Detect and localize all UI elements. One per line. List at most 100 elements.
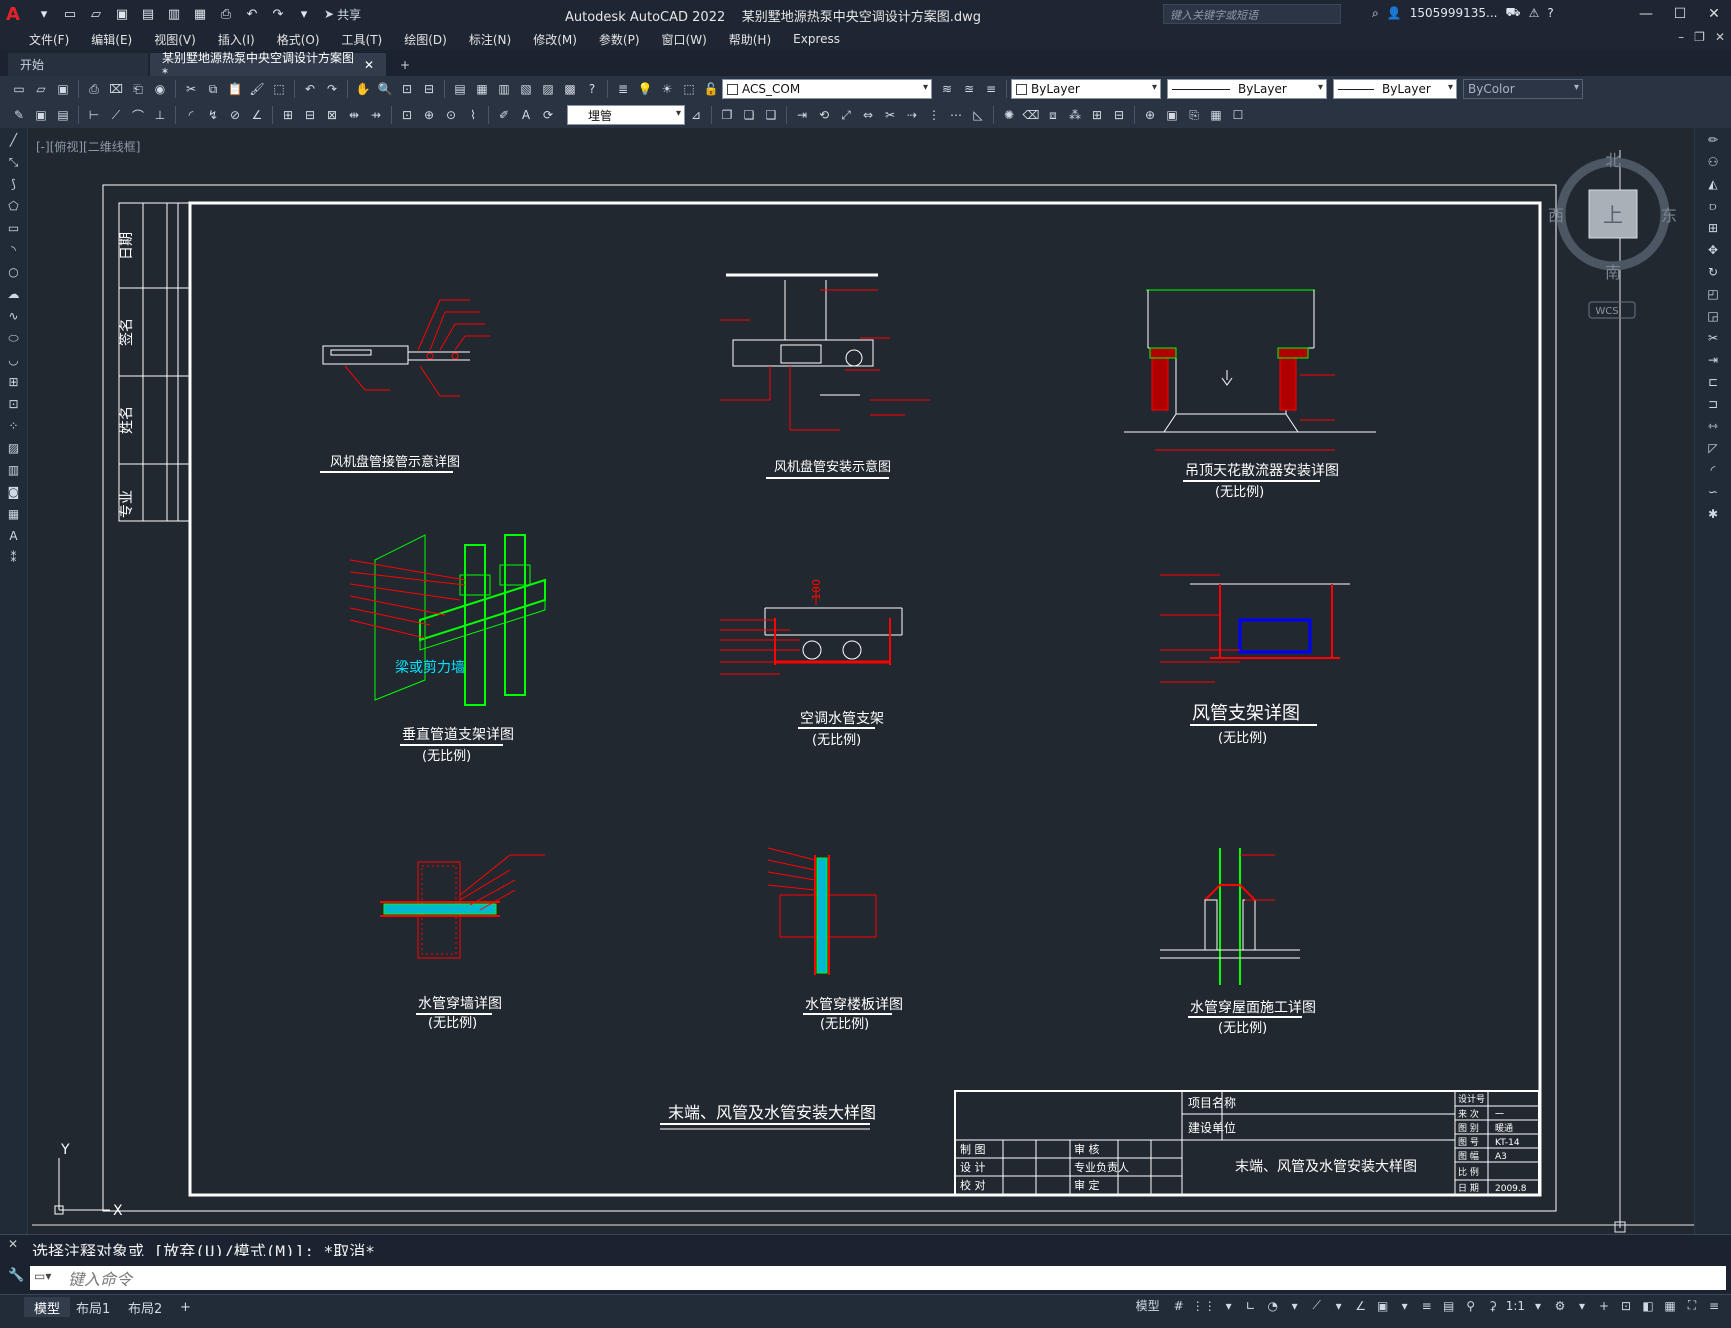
ellipse-arc-icon[interactable]: ◡ xyxy=(3,350,25,370)
trim-tool-icon[interactable]: ✂ xyxy=(1702,328,1724,348)
lineweight-icon[interactable]: ≡ xyxy=(1418,1299,1436,1313)
explode-icon[interactable]: ✺ xyxy=(1000,106,1018,124)
break-obj-icon[interactable]: ⋮ xyxy=(925,106,943,124)
offset-obj-icon[interactable]: ❑ xyxy=(762,106,780,124)
chamfer-obj-icon[interactable]: ◺ xyxy=(969,106,987,124)
dim-break-icon[interactable]: ⇸ xyxy=(367,106,385,124)
save-as-icon[interactable]: ▤ xyxy=(138,4,158,24)
design-center-icon[interactable]: ▦ xyxy=(473,80,491,98)
ungroup-icon[interactable]: ⊟ xyxy=(1110,106,1128,124)
menu-window[interactable]: 窗口(W) xyxy=(651,31,718,48)
menu-dimension[interactable]: 标注(N) xyxy=(458,31,522,48)
inspection-icon[interactable]: ⊙ xyxy=(442,106,460,124)
attach-image-icon[interactable]: ▣ xyxy=(1163,106,1181,124)
viewcube-east-label[interactable]: 东 xyxy=(1661,206,1677,225)
viewcube-top-label[interactable]: 上 xyxy=(1603,203,1623,227)
insert-block-icon[interactable]: ⊕ xyxy=(1141,106,1159,124)
rectangle-tool-icon[interactable]: ▭ xyxy=(3,218,25,238)
circle-tool-icon[interactable]: ○ xyxy=(3,262,25,282)
viewcube-south-label[interactable]: 南 xyxy=(1605,263,1621,282)
dim-text-edit-icon[interactable]: A xyxy=(517,106,535,124)
customize-quick-access-icon[interactable]: ▾ xyxy=(294,4,314,24)
layout-tab-2[interactable]: 布局2 xyxy=(118,1297,172,1317)
dim-style-dropdown[interactable]: 埋管 ▾ xyxy=(567,105,685,125)
break-tool-icon[interactable]: ⊐ xyxy=(1702,394,1724,414)
mirror-obj-icon[interactable]: ❏ xyxy=(740,106,758,124)
menu-help[interactable]: 帮助(H) xyxy=(718,31,782,48)
jogged-linear-icon[interactable]: ⌇ xyxy=(464,106,482,124)
customize-status-icon[interactable]: ≡ xyxy=(1705,1299,1723,1313)
xref-icon[interactable]: ⎘ xyxy=(1185,106,1203,124)
snap-chevron-icon[interactable]: ▾ xyxy=(1220,1299,1238,1313)
line-tool-icon[interactable]: ╱ xyxy=(3,130,25,150)
rotate-obj-icon[interactable]: ⟲ xyxy=(815,106,833,124)
auto-scale-icon[interactable]: ⚳ xyxy=(1484,1299,1502,1313)
ortho-icon[interactable]: ∟ xyxy=(1242,1299,1260,1313)
transparency-icon[interactable]: ▤ xyxy=(1440,1299,1458,1313)
ordinate-dim-icon[interactable]: ⊥ xyxy=(151,106,169,124)
modify-icon-2[interactable]: ▣ xyxy=(32,106,50,124)
web-save-icon[interactable]: ▥ xyxy=(164,4,184,24)
group-icon[interactable]: ⊞ xyxy=(1088,106,1106,124)
modify-icon-3[interactable]: ▤ xyxy=(54,106,72,124)
new-file-icon[interactable]: ▭ xyxy=(60,4,80,24)
layer-states-icon[interactable]: ≡ xyxy=(982,80,1000,98)
menu-edit[interactable]: 编辑(E) xyxy=(80,31,143,48)
polygon-tool-icon[interactable]: ⬠ xyxy=(3,196,25,216)
make-current-layer-icon[interactable]: ≋ xyxy=(938,80,956,98)
array-tool-icon[interactable]: ⊞ xyxy=(1702,218,1724,238)
menu-draw[interactable]: 绘图(D) xyxy=(393,31,458,48)
baseline-dim-icon[interactable]: ⊟ xyxy=(301,106,319,124)
quick-dim-icon[interactable]: ⊞ xyxy=(279,106,297,124)
plotstyle-dropdown[interactable]: ByColor ▾ xyxy=(1463,79,1583,99)
redo-icon[interactable]: ↷ xyxy=(323,80,341,98)
workspace-chevron-icon[interactable]: ▾ xyxy=(1573,1299,1591,1313)
copy-icon[interactable]: ⧉ xyxy=(204,80,222,98)
lineweight-dropdown[interactable]: ByLayer ▾ xyxy=(1333,79,1457,99)
tab-drawing[interactable]: 某别墅地源热泵中央空调设计方案图* ✕ xyxy=(150,51,386,80)
help-icon[interactable]: ? xyxy=(1547,6,1553,20)
web-open-icon[interactable]: ▦ xyxy=(190,4,210,24)
scale-obj-icon[interactable]: ⤢ xyxy=(837,106,855,124)
rotate-tool-icon[interactable]: ↻ xyxy=(1702,262,1724,282)
search-icon[interactable]: ⌕ xyxy=(1372,6,1379,21)
chamfer-tool-icon[interactable]: ◸ xyxy=(1702,438,1724,458)
layout-tab-1[interactable]: 布局1 xyxy=(66,1297,120,1317)
plus-icon[interactable]: + xyxy=(1595,1299,1613,1313)
command-input[interactable]: ▭▾ 键入命令 xyxy=(30,1266,1726,1290)
save-icon[interactable]: ▣ xyxy=(112,4,132,24)
close-icon[interactable]: ✕ xyxy=(1697,0,1731,28)
isodraft-icon[interactable]: ⟋ xyxy=(1308,1298,1326,1313)
viewport-controls-label[interactable]: [-][俯视][二维线框] xyxy=(36,138,140,155)
pan-icon[interactable]: ✋ xyxy=(354,80,372,98)
add-layout-button[interactable]: + xyxy=(170,1297,201,1317)
zoom-realtime-icon[interactable]: 🔍 xyxy=(376,80,394,98)
layer-properties-icon[interactable]: ≣ xyxy=(614,80,632,98)
new-tab-button[interactable]: + xyxy=(392,53,418,76)
dim-style-icon[interactable]: ⊿ xyxy=(687,106,705,124)
jogged-dim-icon[interactable]: ↯ xyxy=(204,106,222,124)
arc-tool-icon[interactable]: ◝ xyxy=(3,240,25,260)
osnap-icon[interactable]: ▣ xyxy=(1374,1299,1392,1313)
isolate-objects-icon[interactable]: ◧ xyxy=(1639,1299,1657,1313)
user-icon[interactable]: 👤 xyxy=(1387,6,1402,20)
grid-icon[interactable]: # xyxy=(1170,1299,1188,1313)
erase-icon[interactable]: ⌫ xyxy=(1022,106,1040,124)
fillet-tool-icon[interactable]: ◜ xyxy=(1702,460,1724,480)
annotation-scale[interactable]: 1:1 xyxy=(1506,1299,1525,1313)
layer-thaw-icon[interactable]: ☀ xyxy=(658,80,676,98)
menu-express[interactable]: Express xyxy=(782,32,851,46)
center-mark-icon[interactable]: ⊕ xyxy=(420,106,438,124)
tab-start[interactable]: 开始 xyxy=(8,53,148,76)
blend-tool-icon[interactable]: ∽ xyxy=(1702,482,1724,502)
join-tool-icon[interactable]: ⇿ xyxy=(1702,416,1724,436)
dim-space-icon[interactable]: ⇹ xyxy=(345,106,363,124)
modify-icon-1[interactable]: ✎ xyxy=(10,106,28,124)
construction-line-icon[interactable]: ⤡ xyxy=(3,152,25,172)
color-dropdown[interactable]: ByLayer ▾ xyxy=(1011,79,1161,99)
open-file-icon[interactable]: ▱ xyxy=(86,4,106,24)
layer-lock-icon[interactable]: 🔓 xyxy=(702,80,720,98)
point-tool-icon[interactable]: ⁘ xyxy=(3,416,25,436)
model-space-toggle[interactable]: 模型 xyxy=(1136,1297,1160,1314)
user-name[interactable]: 1505999135... xyxy=(1410,6,1498,20)
